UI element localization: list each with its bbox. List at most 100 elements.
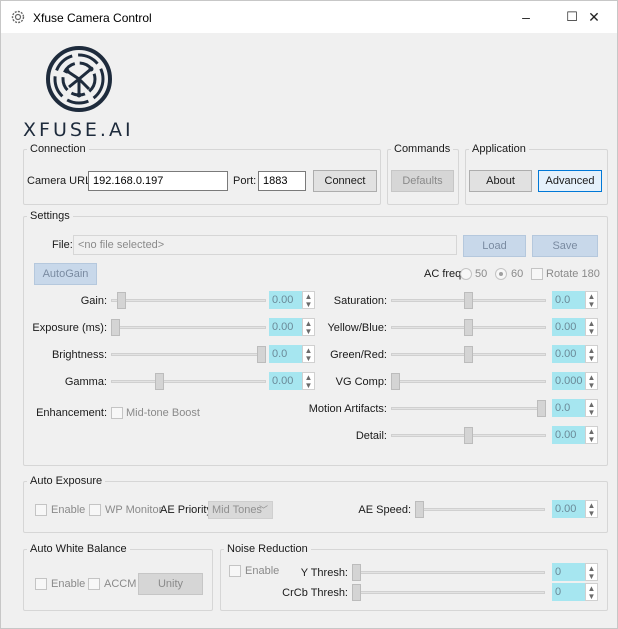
- accm-checkbox[interactable]: [88, 578, 100, 590]
- ae-priority-select[interactable]: Mid Tones ﹀: [208, 501, 273, 519]
- motion-artifacts-spinbox[interactable]: 0.0 ▲ ▼: [552, 399, 598, 417]
- detail-value: 0.00: [552, 426, 585, 444]
- camera-url-input[interactable]: 192.168.0.197: [88, 171, 228, 191]
- vg-comp-spinbox[interactable]: 0.000 ▲ ▼: [552, 372, 598, 390]
- connection-title: Connection: [27, 143, 89, 155]
- ae-priority-label: AE Priority: [160, 504, 212, 516]
- spin-arrows-icon[interactable]: ▲ ▼: [585, 426, 598, 444]
- nr-enable-label: Enable: [245, 565, 280, 577]
- spin-arrows-icon[interactable]: ▲ ▼: [585, 583, 598, 601]
- slider-handle[interactable]: [111, 319, 120, 336]
- slider-handle[interactable]: [155, 373, 164, 390]
- y-thresh-spinbox[interactable]: 0 ▲ ▼: [552, 563, 598, 581]
- slider-groove: [111, 299, 266, 302]
- motion-artifacts-slider[interactable]: [391, 398, 546, 418]
- yellow-blue-label: Yellow/Blue:: [327, 322, 387, 334]
- detail-spinbox[interactable]: 0.00 ▲ ▼: [552, 426, 598, 444]
- port-input[interactable]: 1883: [258, 171, 306, 191]
- load-button[interactable]: Load: [463, 235, 526, 257]
- slider-handle[interactable]: [464, 292, 473, 309]
- slider-handle[interactable]: [352, 584, 361, 601]
- gamma-slider[interactable]: [111, 371, 266, 391]
- spin-arrows-icon[interactable]: ▲ ▼: [585, 372, 598, 390]
- ac-freq-label: AC freq: [424, 268, 462, 280]
- autogain-button[interactable]: AutoGain: [34, 263, 97, 285]
- rotate-180-checkbox[interactable]: [531, 268, 543, 280]
- ac-60-radio[interactable]: [495, 268, 507, 280]
- auto-white-balance-title: Auto White Balance: [27, 543, 130, 555]
- slider-groove: [415, 508, 545, 511]
- slider-handle[interactable]: [352, 564, 361, 581]
- ac-50-radio[interactable]: [460, 268, 472, 280]
- slider-groove: [111, 353, 266, 356]
- slider-handle[interactable]: [464, 346, 473, 363]
- unity-button[interactable]: Unity: [138, 573, 203, 595]
- rotate-180-label: Rotate 180: [546, 268, 600, 280]
- port-label: Port:: [233, 175, 257, 187]
- gain-slider[interactable]: [111, 290, 266, 310]
- spin-arrows-icon[interactable]: ▲ ▼: [585, 563, 598, 581]
- spin-arrows-icon[interactable]: ▲ ▼: [585, 399, 598, 417]
- title-bar: Xfuse Camera Control – ☐ ✕: [1, 1, 617, 33]
- ae-speed-spinbox[interactable]: 0.00 ▲ ▼: [552, 500, 598, 518]
- slider-handle[interactable]: [391, 373, 400, 390]
- y-thresh-slider[interactable]: [352, 562, 545, 582]
- gamma-label: Gamma:: [64, 376, 107, 388]
- slider-handle[interactable]: [117, 292, 126, 309]
- nr-enable-checkbox[interactable]: [229, 565, 241, 577]
- detail-slider[interactable]: [391, 425, 546, 445]
- ac-60-label: 60: [511, 268, 524, 280]
- advanced-button[interactable]: Advanced: [538, 170, 602, 192]
- minimize-button[interactable]: –: [503, 1, 549, 33]
- saturation-spinbox[interactable]: 0.0 ▲ ▼: [552, 291, 598, 309]
- slider-handle[interactable]: [537, 400, 546, 417]
- ae-enable-checkbox[interactable]: [35, 504, 47, 516]
- noise-reduction-title: Noise Reduction: [224, 543, 311, 555]
- spin-arrows-icon[interactable]: ▲ ▼: [585, 345, 598, 363]
- midtone-boost-checkbox[interactable]: [111, 407, 123, 419]
- gamma-value: 0.00: [269, 372, 302, 390]
- yellow-blue-slider[interactable]: [391, 317, 546, 337]
- slider-handle[interactable]: [464, 319, 473, 336]
- green-red-value: 0.00: [552, 345, 585, 363]
- gain-label: Gain:: [80, 295, 107, 307]
- green-red-label: Green/Red:: [330, 349, 387, 361]
- vg-comp-value: 0.000: [552, 372, 585, 390]
- save-button[interactable]: Save: [532, 235, 598, 257]
- ae-enable-label: Enable: [51, 504, 86, 516]
- spin-arrows-icon[interactable]: ▲ ▼: [585, 291, 598, 309]
- xfuse-logo-icon: [46, 46, 112, 112]
- wp-monitor-checkbox[interactable]: [89, 504, 101, 516]
- saturation-slider[interactable]: [391, 290, 546, 310]
- app-window: Xfuse Camera Control – ☐ ✕ XFUSE.AI Conn…: [0, 0, 618, 629]
- crcb-thresh-spinbox[interactable]: 0 ▲ ▼: [552, 583, 598, 601]
- vg-comp-slider[interactable]: [391, 371, 546, 391]
- gear-icon: [11, 10, 25, 24]
- green-red-spinbox[interactable]: 0.00 ▲ ▼: [552, 345, 598, 363]
- slider-handle[interactable]: [415, 501, 424, 518]
- about-button[interactable]: About: [469, 170, 532, 192]
- slider-handle[interactable]: [464, 427, 473, 444]
- spin-arrows-icon[interactable]: ▲ ▼: [585, 318, 598, 336]
- crcb-thresh-value: 0: [552, 583, 585, 601]
- close-button[interactable]: ✕: [571, 1, 617, 33]
- ae-speed-slider[interactable]: [415, 499, 545, 519]
- motion-artifacts-label: Motion Artifacts:: [308, 403, 387, 415]
- slider-handle[interactable]: [257, 346, 266, 363]
- y-thresh-label: Y Thresh:: [300, 567, 348, 579]
- brightness-value: 0.0: [269, 345, 302, 363]
- window-title: Xfuse Camera Control: [33, 11, 152, 25]
- defaults-button[interactable]: Defaults: [391, 170, 454, 192]
- brightness-slider[interactable]: [111, 344, 266, 364]
- green-red-slider[interactable]: [391, 344, 546, 364]
- brightness-label: Brightness:: [51, 349, 107, 361]
- saturation-label: Saturation:: [333, 295, 387, 307]
- connect-button[interactable]: Connect: [313, 170, 377, 192]
- awb-enable-label: Enable: [51, 578, 86, 590]
- ac-50-label: 50: [475, 268, 488, 280]
- spin-arrows-icon[interactable]: ▲ ▼: [585, 500, 598, 518]
- crcb-thresh-slider[interactable]: [352, 582, 545, 602]
- exposure-ms-slider[interactable]: [111, 317, 266, 337]
- awb-enable-checkbox[interactable]: [35, 578, 47, 590]
- yellow-blue-spinbox[interactable]: 0.00 ▲ ▼: [552, 318, 598, 336]
